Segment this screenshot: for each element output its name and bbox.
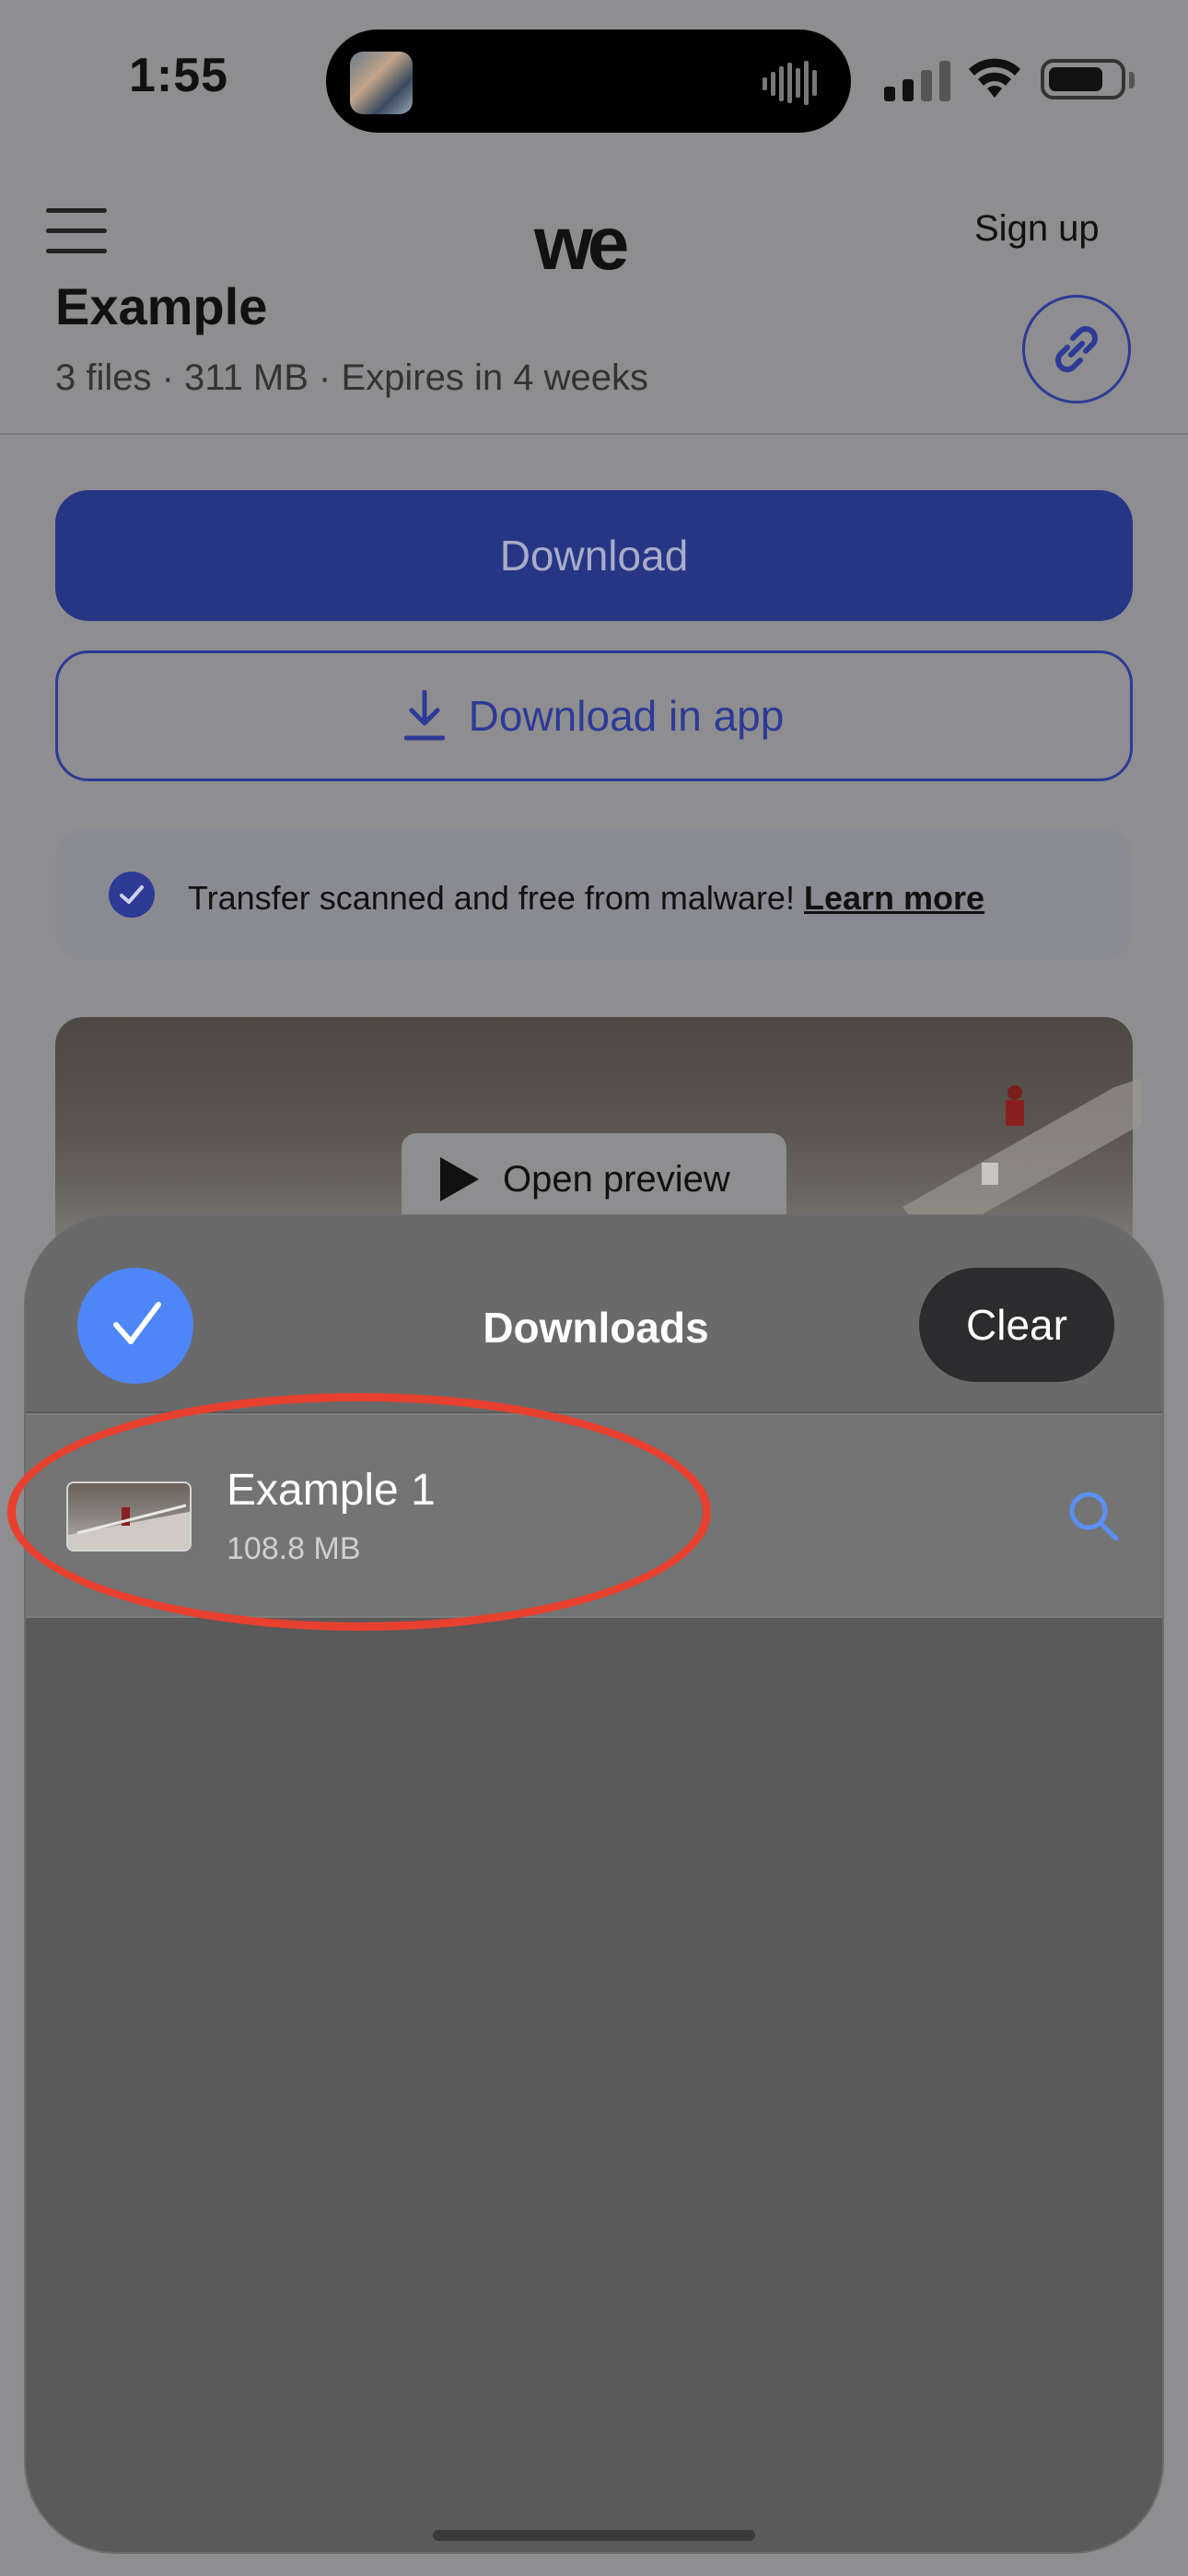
download-arrow-icon bbox=[403, 690, 445, 741]
clear-button-label: Clear bbox=[966, 1301, 1067, 1349]
sign-up-link[interactable]: Sign up bbox=[974, 208, 1100, 250]
battery-icon bbox=[1041, 59, 1125, 100]
download-in-app-label: Download in app bbox=[468, 692, 785, 740]
transfer-title: Example bbox=[55, 277, 268, 335]
status-time: 1:55 bbox=[129, 49, 229, 102]
link-icon bbox=[1055, 326, 1098, 372]
search-icon[interactable] bbox=[1066, 1489, 1122, 1544]
download-button-label: Download bbox=[499, 532, 689, 580]
scan-message: Transfer scanned and free from malware! bbox=[188, 879, 795, 917]
menu-icon[interactable] bbox=[46, 208, 107, 254]
now-playing-artwork bbox=[350, 52, 413, 114]
play-icon bbox=[440, 1157, 479, 1201]
open-preview-button[interactable]: Open preview bbox=[402, 1133, 786, 1225]
transfer-meta: 3 files · 311 MB · Expires in 4 weeks bbox=[55, 357, 648, 398]
checkmark-icon bbox=[109, 872, 155, 918]
download-in-app-button[interactable]: Download in app bbox=[55, 650, 1133, 781]
wetransfer-logo[interactable]: we bbox=[534, 201, 629, 287]
open-preview-label: Open preview bbox=[503, 1158, 730, 1200]
audio-wave-icon bbox=[763, 61, 817, 105]
learn-more-link[interactable]: Learn more bbox=[804, 879, 984, 917]
home-indicator bbox=[433, 2530, 755, 2541]
header-divider bbox=[0, 433, 1188, 435]
wifi-icon bbox=[969, 58, 1020, 98]
download-button[interactable]: Download bbox=[55, 490, 1133, 621]
copy-link-button[interactable] bbox=[1022, 295, 1131, 404]
scan-notice-text: Transfer scanned and free from malware! … bbox=[188, 879, 984, 918]
cellular-signal-icon bbox=[884, 61, 950, 101]
highlight-annotation bbox=[7, 1393, 711, 1631]
battery-tip bbox=[1129, 72, 1135, 88]
clear-button[interactable]: Clear bbox=[919, 1268, 1114, 1382]
